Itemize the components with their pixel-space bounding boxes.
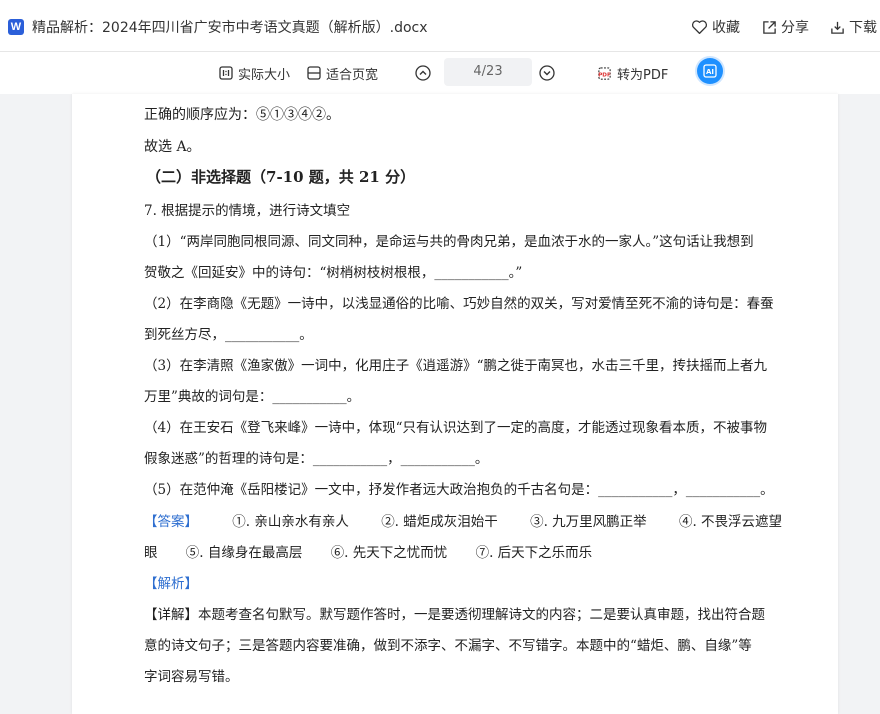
document-title: 精品解析：2024年四川省广安市中考语文真题（解析版）.docx	[32, 20, 428, 36]
title-bar: W 精品解析：2024年四川省广安市中考语文真题（解析版）.docx 收藏 分享…	[0, 0, 880, 52]
svg-text:AI: AI	[706, 68, 714, 76]
download-button[interactable]: 下载	[830, 16, 877, 38]
text-line: 故选 A。	[144, 139, 201, 155]
actual-size-label: 实际大小	[238, 67, 291, 83]
favorite-label: 收藏	[712, 20, 740, 36]
download-label: 下载	[849, 20, 877, 36]
answer-item: ⑥. 先天下之忧而忧	[330, 545, 448, 561]
text-line: 万里”典故的词句是：___________。	[144, 389, 361, 405]
question-title: 7. 根据提示的情境，进行诗文填空	[144, 203, 351, 219]
next-page-button[interactable]	[539, 62, 560, 84]
answer-line: 眼 ⑤. 自缘身在最高层 ⑥. 先天下之忧而忧 ⑦. 后天下之乐而乐	[144, 541, 592, 561]
answer-item: ⑤. 自缘身在最高层	[185, 545, 303, 561]
share-icon	[763, 20, 776, 34]
heart-icon	[691, 20, 708, 35]
previous-page-button[interactable]	[415, 62, 436, 84]
answer-label: 【答案】	[144, 514, 198, 530]
text-line: （3）在李清照《渔家傲》一词中，化用庄子《逍遥游》“鹏之徙于南冥也，水击三千里，…	[144, 358, 767, 374]
fit-width-label: 适合页宽	[326, 67, 379, 83]
text-line: （1）“两岸同胞同根同源、同文同种，是命运与共的骨肉兄弟，是血浓于水的一家人。”…	[144, 234, 754, 250]
answer-item-continued: 眼	[144, 545, 158, 561]
ai-assistant-button[interactable]: AI	[697, 58, 723, 84]
text-line: 字词容易写错。	[144, 669, 239, 685]
fit-width-icon	[307, 66, 321, 80]
text-line: 到死丝方尽，___________。	[144, 327, 313, 343]
text-line: （2）在李商隐《无题》一诗中，以浅显通俗的比喻、巧妙自然的双关，写对爱情至死不渝…	[144, 296, 774, 312]
share-label: 分享	[781, 20, 809, 36]
text-line: （5）在范仲淹《岳阳楼记》一文中，抒发作者远大政治抱负的千古名句是：______…	[144, 482, 774, 498]
convert-to-pdf-label: 转为PDF	[617, 67, 669, 83]
viewer-toolbar: 实际大小 适合页宽 4/23 PDF 转为PDF	[0, 52, 880, 94]
share-button[interactable]: 分享	[762, 16, 809, 38]
chevron-up-icon	[415, 65, 431, 81]
convert-to-pdf-button[interactable]: PDF 转为PDF	[597, 62, 668, 84]
text-line: 正确的顺序应为：⑤①③④②。	[144, 107, 340, 123]
actual-size-button[interactable]: 实际大小	[219, 62, 290, 84]
favorite-button[interactable]: 收藏	[691, 16, 740, 38]
answer-item: ③. 九万里风鹏正举	[530, 514, 647, 530]
answer-item: ⑦. 后天下之乐而乐	[475, 545, 593, 561]
ai-icon: AI	[703, 64, 717, 78]
text-line: 假象迷惑”的哲理的诗句是：___________，___________。	[144, 451, 489, 467]
chevron-down-icon	[539, 65, 555, 81]
download-icon	[831, 21, 844, 34]
text-line: 【详解】本题考查名句默写。默写题作答时，一是要透彻理解诗文的内容；二是要认真审题…	[144, 607, 765, 623]
text-line: （4）在王安石《登飞来峰》一诗中，体现“只有认识达到了一定的高度，才能透过现象看…	[144, 420, 767, 436]
svg-text:PDF: PDF	[598, 72, 611, 78]
answer-item: ②. 蜡炬成灰泪始干	[381, 514, 498, 530]
answer-item: ④. 不畏浮云遮望	[678, 514, 783, 530]
analysis-label: 【解析】	[144, 576, 198, 592]
text-line: 贺敬之《回延安》中的诗句：“树梢树枝树根根，___________。”	[144, 265, 523, 281]
actual-size-icon	[219, 66, 233, 80]
document-page: 正确的顺序应为：⑤①③④②。 故选 A。 （二）非选择题（7-10 题，共 21…	[72, 94, 838, 714]
answer-line: 【答案】 ①. 亲山亲水有亲人 ②. 蜡炬成灰泪始干 ③. 九万里风鹏正举 ④.…	[144, 510, 782, 530]
fit-width-button[interactable]: 适合页宽	[307, 62, 378, 84]
page-indicator[interactable]: 4/23	[444, 58, 532, 86]
answer-item: ①. 亲山亲水有亲人	[232, 514, 349, 530]
text-line: 意的诗文句子；三是答题内容要准确，做到不添字、不漏字、不写错字。本题中的“蜡炬、…	[144, 638, 752, 654]
word-app-icon: W	[8, 19, 24, 35]
section-heading: （二）非选择题（7-10 题，共 21 分）	[146, 168, 416, 186]
pdf-icon: PDF	[598, 66, 611, 80]
